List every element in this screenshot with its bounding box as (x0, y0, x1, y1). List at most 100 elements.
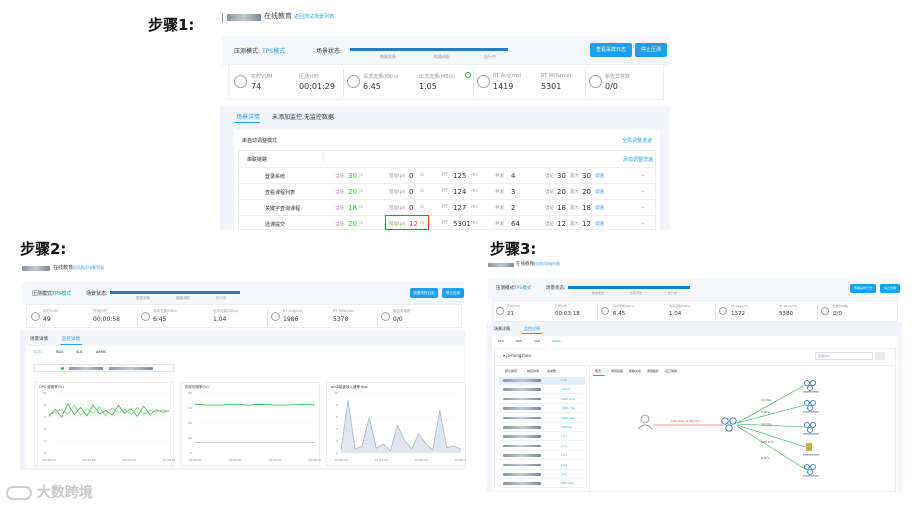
row-adjust[interactable]: 调速 (595, 173, 604, 179)
search-button[interactable] (875, 352, 885, 360)
subtab-slb[interactable]: SLB (76, 350, 83, 354)
list-item[interactable]: 1065.3ms (499, 396, 585, 404)
list-item[interactable]: 1.2s (499, 471, 585, 479)
list-item[interactable]: 1082.7ms (499, 405, 585, 414)
row-err: 0 (409, 188, 414, 196)
interface-name-blurred (503, 407, 541, 410)
metric-value-out: 1.04 (669, 311, 682, 317)
row-err-label: 错误tps (389, 174, 405, 179)
row-expand-icon[interactable]: ⇔ (641, 205, 645, 211)
monitor-panel: ECS RDS SLB ARMS CPU 使用率(%) 10 8 6 4 2 0 14:38:… (26, 346, 466, 468)
interface-name-blurred (503, 416, 541, 420)
status-label: 场景状态: (546, 286, 566, 291)
instance-filter[interactable] (34, 364, 174, 372)
subtab-rds[interactable]: RDS (56, 350, 63, 354)
phase-1: 数据准备 (592, 291, 605, 295)
series-line (194, 403, 316, 406)
back-link[interactable]: 返回测试场景列表 (294, 13, 334, 20)
rtab-snapshot[interactable]: 接口快照 (665, 369, 677, 373)
back-link[interactable]: 返回测试场景列表 (72, 265, 104, 271)
tab-monitor[interactable]: 监控详情 (62, 336, 80, 342)
row-conc-label: 并发 (495, 222, 504, 227)
filter-requests[interactable]: 请求数 (547, 369, 556, 373)
interface-name-blurred (503, 397, 541, 401)
tab-scene-details[interactable]: 场景详情 (494, 326, 510, 332)
subtab-arms[interactable]: ARMS (552, 339, 561, 343)
phase-3: 执行中 (484, 54, 496, 59)
screenshot-step2: 在线教育 返回测试场景列表 压测模式: TPS模式 场景状态: 数据准备 链路调… (20, 260, 466, 470)
search-input[interactable]: 查询URL (815, 352, 873, 360)
list-item[interactable]: 1.1s (499, 443, 585, 451)
list-item[interactable]: 737ms (499, 386, 585, 395)
interface-rt: 1.5s (561, 434, 567, 439)
stop-test-button[interactable]: 停止压测 (880, 284, 900, 293)
list-item[interactable]: 1.1s (499, 452, 585, 461)
phase-bar-fill (350, 48, 508, 51)
row-max-label: 最大 (570, 174, 579, 179)
list-item[interactable]: 1.1s (499, 377, 585, 385)
list-item[interactable]: 1093ms (499, 424, 585, 432)
view-log-button[interactable]: 查看采样日志 (590, 43, 632, 57)
row-adjust[interactable]: 调速 (595, 205, 604, 211)
interface-name-blurred (503, 482, 541, 485)
y-tick-label: 6 (44, 415, 46, 419)
back-link[interactable]: 返回测试场景列表 (532, 262, 560, 267)
subtab-ecs[interactable]: ECS (34, 350, 41, 354)
tab-monitor[interactable]: 未添加监控,无监控数据 (272, 112, 334, 121)
rtab-dependency[interactable]: 依赖关系 (629, 369, 641, 373)
filter-default[interactable]: 默认排序 (505, 369, 517, 373)
stop-test-button[interactable]: 停止压测 (442, 288, 464, 298)
metric-label-rtavg: RT Avg(ms) (493, 73, 522, 79)
row-expand-icon[interactable]: ⇔ (641, 221, 645, 227)
edge-label-3: 112.1ms (761, 423, 772, 426)
tab-scene-details[interactable]: 场景详情 (236, 112, 260, 121)
global-adjust-link[interactable]: 全局调整流速 (622, 137, 652, 144)
metric-value-out: 1.05 (419, 82, 437, 91)
row-adjust[interactable]: 调速 (595, 221, 604, 227)
interface-rt: 1.2s (561, 472, 567, 476)
list-item[interactable]: 835.1ms (499, 480, 585, 489)
list-item[interactable]: 1090.0ms (499, 415, 585, 423)
y-tick-label: 10 (42, 391, 46, 395)
filter-rt[interactable]: 响应时间 (527, 369, 539, 373)
rtab-topology[interactable]: 调用拓扑 (647, 369, 659, 373)
y-tick-label: 0 (44, 451, 46, 455)
list-item[interactable]: 1.5s (499, 433, 585, 442)
row-expand-icon[interactable]: ⇔ (641, 173, 645, 179)
downstream-nodes (804, 380, 816, 475)
interface-rt: 1.2s (561, 462, 567, 467)
status-card: 压测模式: TPS模式 场景状态: 数据准备 链路调配 执行中 查看采样日志 停… (488, 278, 900, 300)
row-rt-unit: ms (471, 189, 478, 194)
phase-bar-fill (110, 291, 240, 294)
row-expand-icon[interactable]: ⇔ (641, 189, 645, 195)
metric-value-rtavg: 1986 (283, 316, 299, 323)
phase-3: 执行中 (668, 291, 678, 295)
metric-label-req: 请求流量(KB/s) (613, 304, 634, 308)
mode-label: 压测模式: (32, 291, 54, 297)
stop-test-button[interactable]: 停止压测 (635, 43, 667, 57)
view-log-button[interactable]: 查看采样日志 (410, 288, 438, 298)
phase-bar-fill (568, 286, 690, 289)
tab-scene-details[interactable]: 场景详情 (30, 336, 48, 342)
add-adjust-link[interactable]: 添加调整流速 (623, 156, 653, 163)
tab-monitor[interactable]: 监控详情 (524, 326, 540, 332)
page-title: 在线教育 (53, 265, 74, 271)
subtab-arms[interactable]: ARMS (96, 350, 106, 354)
subtab-ecs[interactable]: ECS (498, 339, 504, 343)
rtab-overview[interactable]: 概览 (595, 369, 601, 373)
view-log-button[interactable]: 查看采样日志 (850, 284, 876, 293)
row-name: 关键字查询课程 (265, 206, 301, 212)
list-item[interactable]: 1.2s (499, 462, 585, 470)
subtab-slb[interactable]: SLB (534, 339, 540, 343)
metric-label-timer: 压测计时 (555, 304, 568, 308)
row-adjust[interactable]: 调速 (595, 189, 604, 195)
mode-title: 串自动调整模式 (242, 138, 278, 144)
row-conc: 3 (511, 188, 516, 196)
metric-value-rt90: 5378 (333, 316, 349, 323)
subtab-rds[interactable]: RDS (516, 339, 522, 343)
metric-value-alerts: 0/0 (833, 311, 842, 317)
step3-label: 步骤3: (490, 240, 537, 258)
y-tick-label: 60 (188, 406, 192, 410)
rtab-trace[interactable]: 调用链路 (611, 369, 623, 373)
app-selector[interactable]: ▾ jo-hangzhou (503, 353, 531, 358)
